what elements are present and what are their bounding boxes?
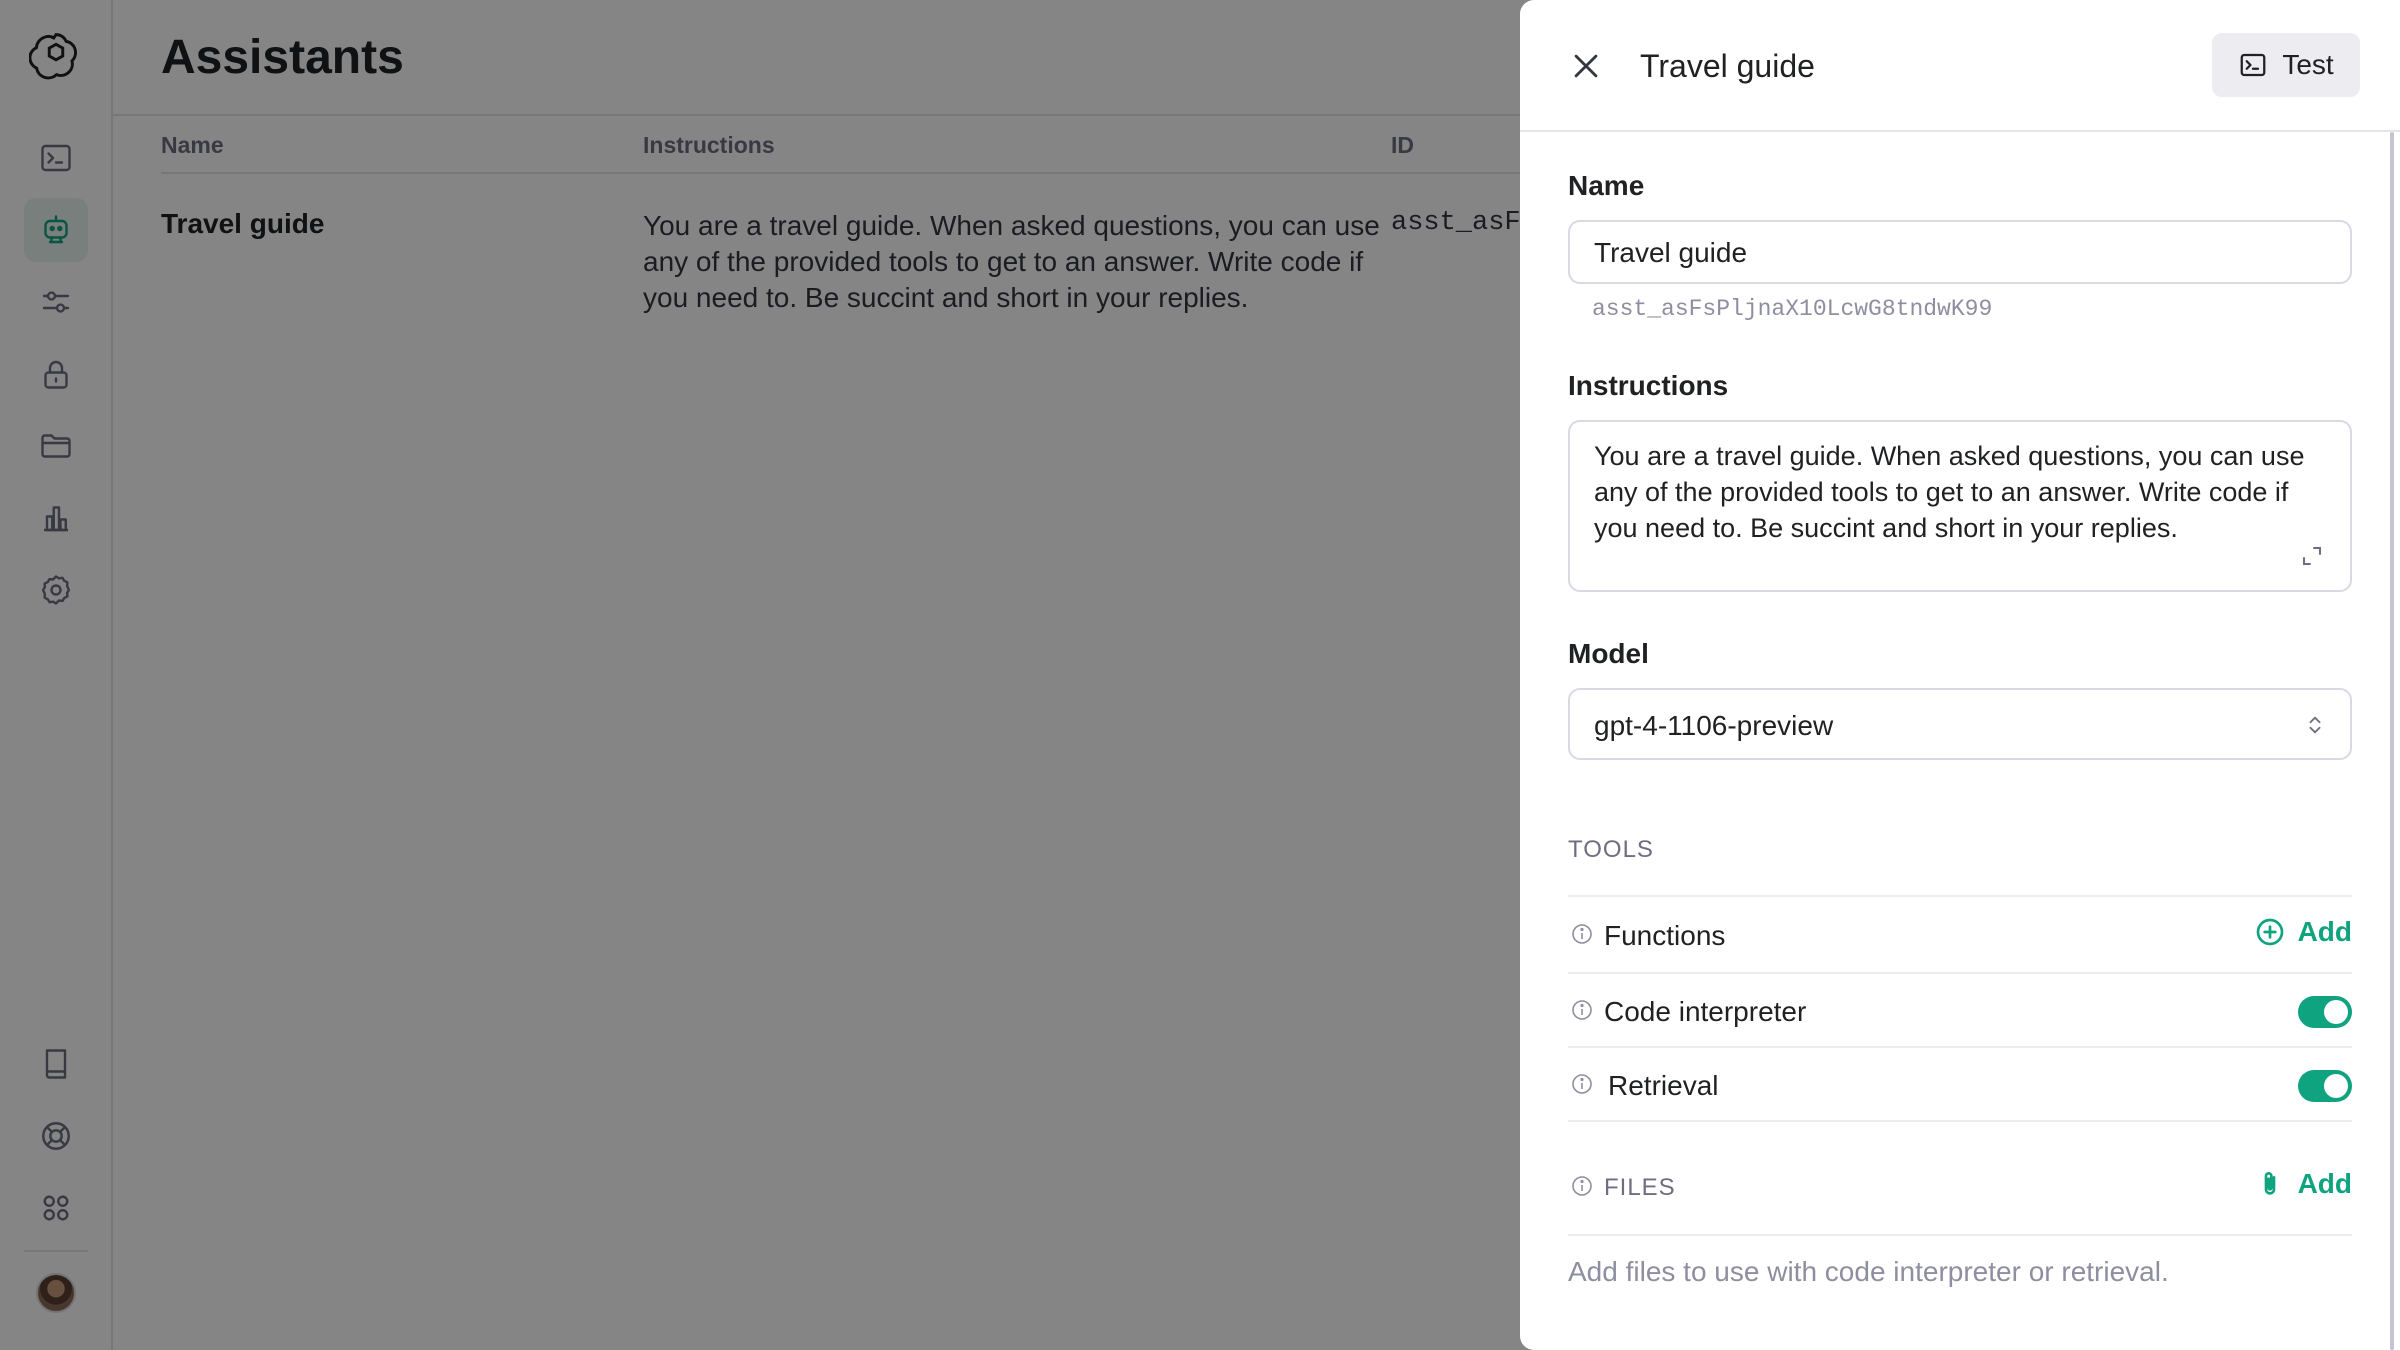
code-interpreter-label: Code interpreter xyxy=(1604,996,1807,1027)
files-hint-text: Add files to use with code interpreter o… xyxy=(1568,1256,2169,1287)
instructions-value: You are a travel guide. When asked quest… xyxy=(1594,441,2305,543)
name-field[interactable]: Travel guide xyxy=(1568,220,2352,284)
toggle-knob xyxy=(2324,1000,2348,1024)
info-icon[interactable] xyxy=(1570,1174,1594,1198)
terminal-icon xyxy=(2240,53,2266,77)
retrieval-label: Retrieval xyxy=(1608,1070,1719,1101)
name-field-value: Travel guide xyxy=(1594,237,1748,268)
retrieval-toggle[interactable] xyxy=(2298,1070,2352,1102)
assistant-id-text[interactable]: asst_asFsPljnaX10LcwG8tndwK99 xyxy=(1592,296,1992,322)
model-select-value: gpt-4-1106-preview xyxy=(1594,710,1834,741)
panel-title: Travel guide xyxy=(1640,48,1815,84)
files-divider xyxy=(1568,1234,2352,1236)
add-file-button[interactable]: Add xyxy=(2254,1168,2352,1200)
paperclip-icon xyxy=(2264,1172,2275,1195)
test-button-label: Test xyxy=(2282,49,2334,80)
tools-bottom-divider xyxy=(1568,1120,2352,1122)
model-select[interactable]: gpt-4-1106-preview xyxy=(1568,688,2352,760)
close-icon xyxy=(1574,54,1598,78)
functions-label: Functions xyxy=(1604,920,1726,951)
plus-circle-icon xyxy=(2256,918,2283,946)
tools-divider xyxy=(1568,895,2352,897)
close-button[interactable] xyxy=(1562,42,1610,90)
model-label: Model xyxy=(1568,638,1649,669)
panel-header: Travel guide Test xyxy=(1520,0,2400,132)
code-interpreter-toggle[interactable] xyxy=(2298,996,2352,1028)
functions-row: Functions Add xyxy=(1568,898,2352,972)
toggle-knob xyxy=(2324,1074,2348,1098)
add-file-label: Add xyxy=(2297,1168,2352,1199)
chevron-updown-icon xyxy=(2309,716,2321,734)
assistant-edit-panel: Travel guide Test Name Travel guide asst… xyxy=(1520,0,2400,1350)
info-icon[interactable] xyxy=(1570,998,1594,1022)
code-interpreter-row: Code interpreter xyxy=(1568,974,2352,1048)
add-function-button[interactable]: Add xyxy=(2254,916,2352,948)
instructions-label: Instructions xyxy=(1568,370,1729,401)
test-button[interactable]: Test xyxy=(2212,33,2360,97)
retrieval-row: Retrieval xyxy=(1568,1048,2352,1122)
expand-icon[interactable] xyxy=(2300,544,2324,568)
panel-scrollbar[interactable] xyxy=(2390,132,2394,1350)
add-function-label: Add xyxy=(2297,916,2352,947)
info-icon[interactable] xyxy=(1570,922,1594,946)
name-label: Name xyxy=(1568,170,1645,201)
files-row: FILES Add xyxy=(1568,1150,2352,1224)
tools-section-title: TOOLS xyxy=(1568,836,1654,863)
info-icon[interactable] xyxy=(1570,1072,1594,1096)
files-section-title: FILES xyxy=(1604,1174,1676,1201)
instructions-textarea[interactable]: You are a travel guide. When asked quest… xyxy=(1568,420,2352,592)
